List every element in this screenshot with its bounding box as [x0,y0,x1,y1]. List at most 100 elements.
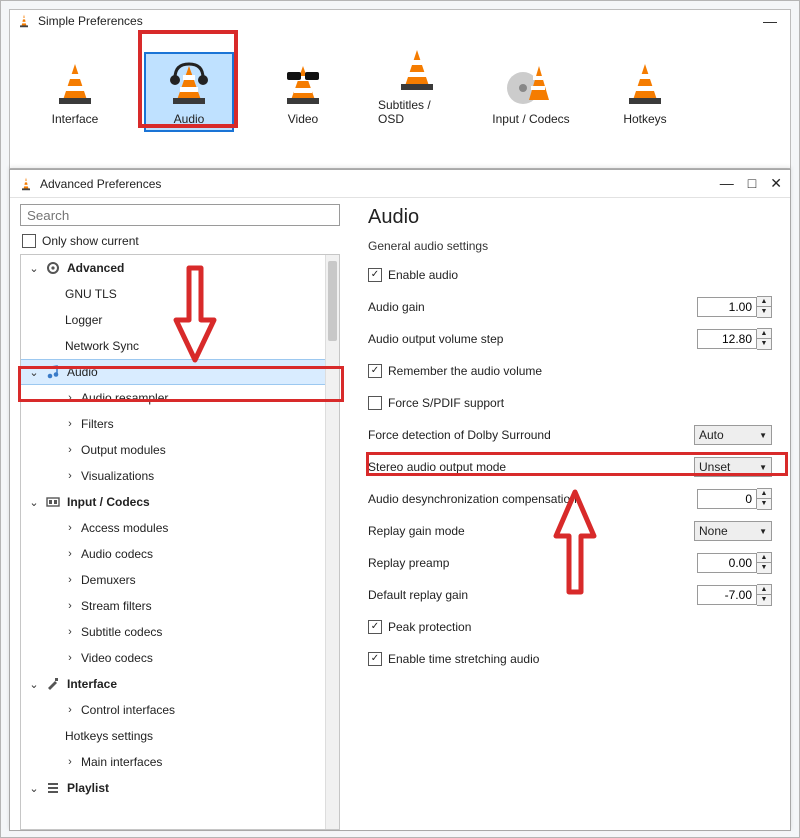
cone-icon [615,60,675,108]
tree-label: Output modules [81,443,166,457]
replay-gain-mode-dropdown[interactable]: None▼ [694,521,772,541]
simple-minimize-button[interactable]: — [756,13,784,29]
tree-item-output-modules[interactable]: ›Output modules [21,437,339,463]
tree-item-network-sync[interactable]: Network Sync [21,333,339,359]
category-interface[interactable]: Interface [30,52,120,132]
field-label: Remember the audio volume [388,364,772,378]
simple-preferences-window: Simple Preferences — Interface Audio Vid… [9,9,791,169]
tree-item-demuxers[interactable]: ›Demuxers [21,567,339,593]
spin-down-icon[interactable]: ▼ [757,563,771,573]
category-input-codecs[interactable]: Input / Codecs [486,52,576,132]
spin-up-icon[interactable]: ▲ [757,489,771,499]
scrollbar-thumb[interactable] [328,261,337,341]
list-icon [45,780,61,796]
spin-down-icon[interactable]: ▼ [757,307,771,317]
spin-up-icon[interactable]: ▲ [757,297,771,307]
tree-item-playlist[interactable]: ⌄ Playlist [21,775,339,801]
spin-up-icon[interactable]: ▲ [757,329,771,339]
chevron-right-icon: › [65,600,75,612]
simple-title: Simple Preferences [38,14,143,28]
tree-item-stream-filters[interactable]: › Stream filters [21,593,339,619]
field-label: Default replay gain [368,588,697,602]
tree-item-interface[interactable]: ⌄ Interface [21,671,339,697]
category-video[interactable]: Video [258,52,348,132]
tree-item-visualizations[interactable]: ›Visualizations [21,463,339,489]
category-label: Input / Codecs [492,112,569,126]
cone-disc-icon [501,60,561,108]
only-show-current-checkbox[interactable]: Only show current [22,234,350,248]
tree-item-audio-codecs[interactable]: ›Audio codecs [21,541,339,567]
row-peak-protection[interactable]: Peak protection [368,615,772,639]
desync-input[interactable] [697,489,757,509]
tree-label: GNU TLS [65,287,117,301]
tree-item-input-codecs[interactable]: ⌄ Input / Codecs [21,489,339,515]
desync-spinner[interactable]: ▲▼ [697,488,772,510]
row-stereo-mode: Stereo audio output modeUnset▼ [368,455,772,479]
tree-item-logger[interactable]: Logger [21,307,339,333]
row-remember-volume[interactable]: Remember the audio volume [368,359,772,383]
output-volume-step-spinner[interactable]: ▲▼ [697,328,772,350]
simple-category-bar: Interface Audio Video Subtitles / OSD In… [10,32,790,132]
codecs-icon [45,494,61,510]
tree-item-video-codecs[interactable]: ›Video codecs [21,645,339,671]
tree-item-access-modules[interactable]: ›Access modules [21,515,339,541]
category-audio[interactable]: Audio [144,52,234,132]
spin-down-icon[interactable]: ▼ [757,339,771,349]
stereo-mode-dropdown[interactable]: Unset▼ [694,457,772,477]
tree-label: Audio resampler [81,391,168,405]
category-label: Audio [174,112,205,126]
row-dolby: Force detection of Dolby SurroundAuto▼ [368,423,772,447]
tree-label: Audio codecs [81,547,153,561]
spin-up-icon[interactable]: ▲ [757,553,771,563]
field-label: Enable time stretching audio [388,652,772,666]
advanced-right-panel: Audio General audio settings Enable audi… [350,198,790,830]
audio-gain-input[interactable] [697,297,757,317]
chevron-right-icon: › [65,652,75,664]
cone-headphones-icon [159,60,219,108]
row-output-volume-step: Audio output volume step▲▼ [368,327,772,351]
category-label: Hotkeys [623,112,666,126]
row-time-stretching[interactable]: Enable time stretching audio [368,647,772,671]
output-volume-step-input[interactable] [697,329,757,349]
tree-item-audio[interactable]: ⌄ Audio [21,359,339,385]
chevron-down-icon: ▼ [759,527,767,536]
spin-down-icon[interactable]: ▼ [757,499,771,509]
replay-preamp-spinner[interactable]: ▲▼ [697,552,772,574]
spin-up-icon[interactable]: ▲ [757,585,771,595]
audio-gain-spinner[interactable]: ▲▼ [697,296,772,318]
panel-heading: Audio [368,206,772,229]
default-replay-gain-input[interactable] [697,585,757,605]
tree-item-subtitle-codecs[interactable]: ›Subtitle codecs [21,619,339,645]
cone-icon [387,46,447,94]
tree-label: Stream filters [81,599,152,613]
tree-label: Logger [65,313,102,327]
vlc-cone-icon [16,13,32,29]
default-replay-gain-spinner[interactable]: ▲▼ [697,584,772,606]
tree-scrollbar[interactable] [325,255,339,829]
tree-item-gnu-tls[interactable]: GNU TLS [21,281,339,307]
spin-down-icon[interactable]: ▼ [757,595,771,605]
dropdown-value: Auto [699,428,724,442]
tree-item-main-interfaces[interactable]: ›Main interfaces [21,749,339,775]
gear-icon [45,260,61,276]
tree-item-hotkeys-settings[interactable]: Hotkeys settings [21,723,339,749]
window-minimize-button[interactable]: — [720,175,734,192]
tree-label: Playlist [67,781,109,795]
replay-preamp-input[interactable] [697,553,757,573]
window-close-button[interactable]: ✕ [770,175,782,192]
settings-tree: ⌄ Advanced GNU TLS Logger Network Sync ⌄… [20,254,340,830]
window-maximize-button[interactable]: □ [748,175,756,192]
checkbox-icon [368,396,382,410]
search-input[interactable] [20,204,340,226]
row-enable-audio[interactable]: Enable audio [368,263,772,287]
tree-item-filters[interactable]: ›Filters [21,411,339,437]
tree-item-audio-resampler[interactable]: ›Audio resampler [21,385,339,411]
tree-item-advanced[interactable]: ⌄ Advanced [21,255,339,281]
category-hotkeys[interactable]: Hotkeys [600,52,690,132]
dolby-dropdown[interactable]: Auto▼ [694,425,772,445]
category-subtitles[interactable]: Subtitles / OSD [372,38,462,132]
row-force-spdif[interactable]: Force S/PDIF support [368,391,772,415]
chevron-right-icon: › [65,522,75,534]
tree-item-control-interfaces[interactable]: ›Control interfaces [21,697,339,723]
vlc-cone-icon [18,176,34,192]
